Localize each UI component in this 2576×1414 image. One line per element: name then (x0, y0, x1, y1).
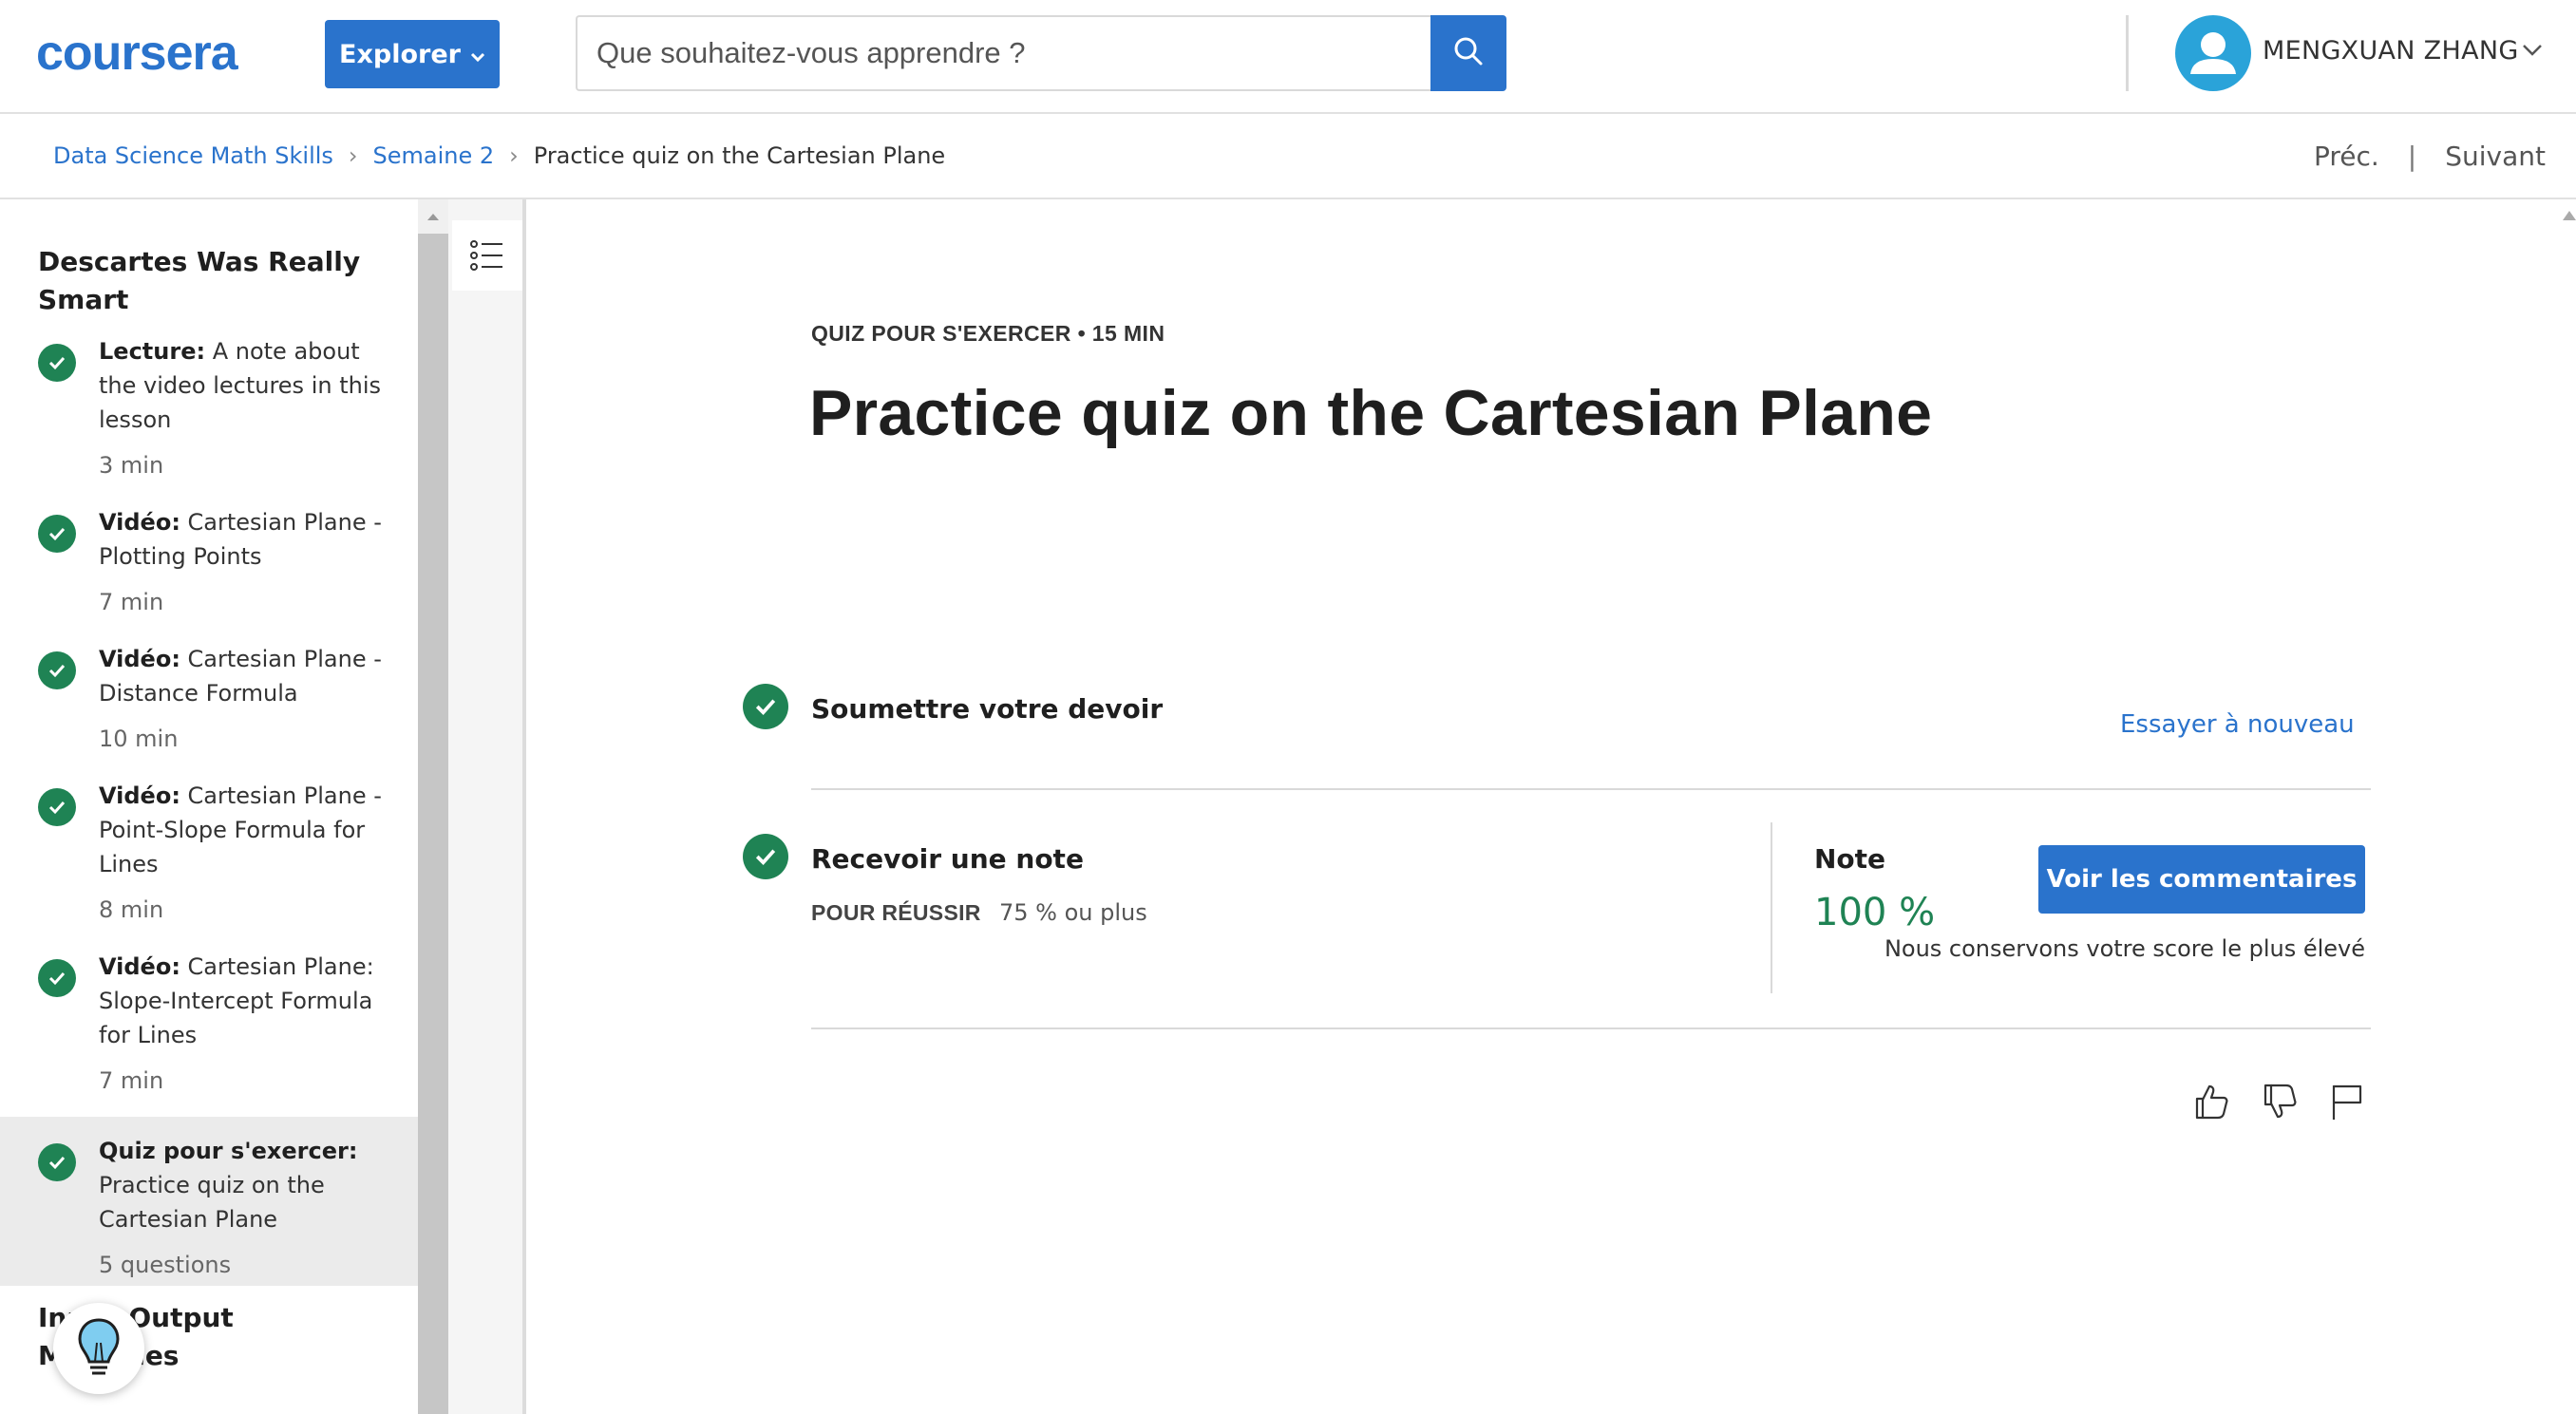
item-duration: 7 min (99, 1067, 164, 1094)
pass-threshold-label: POUR RÉUSSIR (811, 900, 981, 925)
prev-next-nav: Préc. | Suivant (2314, 141, 2546, 172)
checkmark-icon (743, 834, 788, 879)
section-title: Descartes Was Really Smart (38, 246, 361, 315)
grade-label: Note (1814, 843, 1886, 875)
view-feedback-button[interactable]: Voir les commentaires (2038, 845, 2365, 914)
user-name[interactable]: MENGXUAN ZHANG (2263, 36, 2519, 66)
breadcrumb-separator: › (509, 142, 519, 169)
sidebar-scrollbar[interactable] (418, 199, 448, 1414)
grade-value: 100 % (1814, 891, 1936, 934)
header-divider (2126, 15, 2129, 91)
explore-label: Explorer (339, 39, 461, 69)
item-type: Lecture: (99, 338, 206, 365)
content-rail (448, 199, 526, 1414)
checkmark-icon (38, 959, 76, 997)
breadcrumb-course[interactable]: Data Science Math Skills (53, 142, 333, 169)
submit-step-title: Soumettre votre devoir (811, 693, 1164, 725)
sidebar-item-plotting-points[interactable]: Vidéo: Cartesian Plane - Plotting Points… (0, 505, 418, 642)
sidebar-item-slope-intercept[interactable]: Vidéo: Cartesian Plane: Slope-Intercept … (0, 950, 418, 1121)
item-type: Vidéo: (99, 782, 180, 809)
breadcrumb-week[interactable]: Semaine 2 (373, 142, 495, 169)
checkmark-icon (38, 651, 76, 689)
highest-score-note: Nous conservons votre score le plus élev… (1884, 935, 2365, 962)
thumbs-down-icon[interactable] (2257, 1079, 2302, 1124)
sidebar-item-label: Vidéo: Cartesian Plane: Slope-Intercept … (99, 950, 384, 1052)
thumbs-up-icon[interactable] (2188, 1079, 2234, 1124)
top-navigation-bar: coursera Explorer MENGXUAN ZHANG (0, 0, 2576, 114)
checkmark-icon (743, 684, 788, 729)
search-input[interactable] (578, 17, 1432, 89)
scroll-up-arrow-icon[interactable] (2563, 211, 2576, 220)
item-duration: 10 min (99, 726, 179, 752)
item-type: Vidéo: (99, 509, 180, 536)
breadcrumb: Data Science Math Skills › Semaine 2 › P… (53, 142, 945, 169)
divider (811, 1028, 2371, 1029)
breadcrumb-current: Practice quiz on the Cartesian Plane (533, 142, 946, 169)
item-duration: 5 questions (99, 1252, 232, 1278)
checkmark-icon (38, 515, 76, 553)
breadcrumb-bar: Data Science Math Skills › Semaine 2 › P… (0, 114, 2576, 199)
checkmark-icon (38, 344, 76, 382)
sidebar-item-lecture-note[interactable]: Lecture: A note about the video lectures… (0, 334, 418, 505)
item-duration: 8 min (99, 896, 164, 923)
item-type: Vidéo: (99, 646, 180, 672)
sidebar-item-label: Vidéo: Cartesian Plane - Point-Slope For… (99, 779, 384, 881)
list-icon[interactable] (452, 220, 522, 291)
logo-text: coursera (36, 26, 238, 81)
sidebar-item-label: Quiz pour s'exercer: Practice quiz on th… (99, 1134, 384, 1236)
item-duration: 7 min (99, 589, 164, 615)
user-avatar-icon[interactable] (2175, 15, 2251, 91)
next-button[interactable]: Suivant (2445, 141, 2546, 172)
coursera-logo[interactable]: coursera (36, 28, 283, 78)
pass-threshold-value: 75 % ou plus (999, 899, 1147, 926)
item-title: Practice quiz on the Cartesian Plane (99, 1172, 325, 1233)
lightbulb-icon[interactable] (53, 1303, 144, 1394)
grade-step-title: Recevoir une note (811, 843, 1084, 875)
divider (811, 788, 2371, 790)
item-duration: 3 min (99, 452, 164, 479)
breadcrumb-separator: › (348, 142, 358, 169)
item-type: Quiz pour s'exercer: (99, 1138, 358, 1164)
sidebar-item-label: Vidéo: Cartesian Plane - Distance Formul… (99, 642, 384, 710)
scroll-up-arrow-icon[interactable] (418, 199, 448, 234)
course-outline-sidebar: Descartes Was Really Smart Lecture: A no… (0, 199, 418, 1414)
page-title: Practice quiz on the Cartesian Plane (809, 377, 1933, 449)
checkmark-icon (38, 1143, 76, 1181)
item-type: Vidéo: (99, 953, 180, 980)
sidebar-item-distance-formula[interactable]: Vidéo: Cartesian Plane - Distance Formul… (0, 642, 418, 779)
chevron-down-icon (470, 47, 485, 66)
flag-icon[interactable] (2323, 1079, 2369, 1124)
search-field[interactable] (576, 15, 1432, 91)
chevron-down-icon[interactable] (2521, 42, 2544, 61)
search-button[interactable] (1430, 15, 1506, 91)
sidebar-item-label: Lecture: A note about the video lectures… (99, 334, 384, 437)
previous-button[interactable]: Préc. (2314, 141, 2379, 172)
sidebar-item-label: Vidéo: Cartesian Plane - Plotting Points (99, 505, 384, 574)
item-eyebrow: QUIZ POUR S'EXERCER • 15 MIN (811, 321, 1165, 346)
sidebar-item-point-slope[interactable]: Vidéo: Cartesian Plane - Point-Slope For… (0, 779, 418, 950)
search-icon (1451, 34, 1486, 72)
retry-link[interactable]: Essayer à nouveau (2120, 710, 2355, 739)
vertical-divider (1771, 822, 1772, 993)
sidebar-item-practice-quiz[interactable]: Quiz pour s'exercer: Practice quiz on th… (0, 1117, 418, 1286)
nav-divider: | (2407, 141, 2417, 172)
explore-button[interactable]: Explorer (325, 20, 500, 88)
checkmark-icon (38, 788, 76, 826)
